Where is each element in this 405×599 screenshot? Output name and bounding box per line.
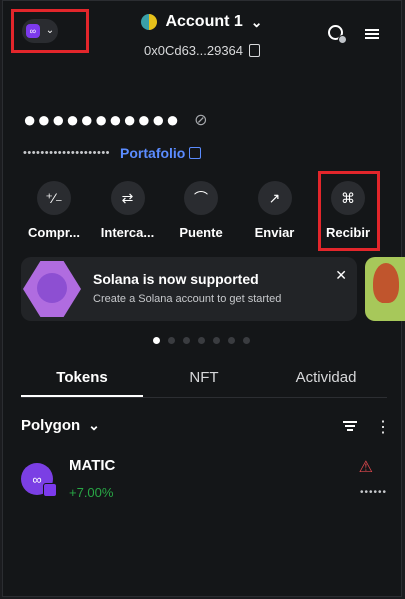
- action-label: Enviar: [254, 225, 295, 240]
- account-address-copy[interactable]: 0x0Cd63...29364: [143, 43, 261, 58]
- bridge-icon: ⌒: [184, 181, 218, 215]
- solana-coin-icon: [37, 273, 67, 303]
- chevron-down-icon: ⌄: [88, 417, 100, 433]
- tab-tokens[interactable]: Tokens: [21, 367, 143, 397]
- filter-icon[interactable]: [343, 421, 357, 431]
- send-button[interactable]: ↗ Enviar: [242, 181, 308, 240]
- token-change: +7.00%: [69, 485, 114, 500]
- solana-banner-illustration: [23, 261, 81, 317]
- close-icon[interactable]: ✕: [335, 267, 347, 284]
- wallet-window: ∞ ⌄ Account 1 ⌄ 0x0Cd63...29364 ●●●●●●●●…: [2, 0, 405, 597]
- portfolio-label: Portafolio: [120, 145, 186, 161]
- banner-subtitle: Create a Solana account to get started: [93, 293, 282, 305]
- next-banner-preview[interactable]: [365, 257, 405, 321]
- balance-row: ●●●●●●●●●●● ⊘: [23, 107, 208, 133]
- token-balance-masked: ••••••: [359, 487, 387, 498]
- carousel-dots: [153, 337, 250, 344]
- account-avatar: [141, 14, 158, 30]
- chevron-down-icon: ⌄: [250, 13, 263, 30]
- carousel-dot[interactable]: [243, 337, 250, 344]
- carousel-dot[interactable]: [183, 337, 190, 344]
- carousel-dot[interactable]: [153, 337, 160, 344]
- send-arrow-icon: ↗: [257, 181, 292, 215]
- portfolio-link[interactable]: Portafolio: [120, 145, 202, 161]
- receive-button-highlight: [318, 171, 380, 251]
- swap-button[interactable]: ⇄ Interca...: [95, 181, 161, 240]
- warning-icon[interactable]: ⚠: [359, 457, 373, 477]
- carousel-dot[interactable]: [198, 337, 205, 344]
- copy-icon: [249, 44, 261, 57]
- network-filter-dropdown[interactable]: Polygon ⌄: [21, 417, 100, 434]
- action-label: Puente: [179, 225, 223, 240]
- carousel-dot[interactable]: [168, 337, 175, 344]
- hamburger-menu-icon[interactable]: [365, 29, 379, 39]
- swap-icon: ⇄: [110, 181, 145, 215]
- balance-masked: ●●●●●●●●●●●: [23, 107, 181, 132]
- buy-sell-icon: ⁺⁄₋: [37, 181, 71, 215]
- banner-title: Solana is now supported: [93, 271, 259, 287]
- solana-banner[interactable]: Solana is now supported Create a Solana …: [21, 257, 357, 321]
- asset-tabs: Tokens NFT Actividad: [21, 367, 387, 398]
- network-filter-label: Polygon: [21, 417, 81, 434]
- external-link-icon: [189, 147, 202, 159]
- portfolio-masked: ••••••••••••••••••••: [23, 147, 111, 159]
- carousel-dot[interactable]: [228, 337, 235, 344]
- carousel-dot[interactable]: [213, 337, 220, 344]
- account-address: 0x0Cd63...29364: [143, 43, 244, 58]
- tab-nft[interactable]: NFT: [143, 367, 265, 397]
- token-symbol: MATIC: [69, 457, 116, 474]
- eye-slash-icon[interactable]: ⊘: [194, 110, 207, 130]
- more-vertical-icon[interactable]: ⋮: [375, 417, 391, 437]
- portfolio-row: •••••••••••••••••••• Portafolio: [23, 145, 202, 161]
- account-selector[interactable]: Account 1 ⌄: [141, 13, 263, 31]
- token-row[interactable]: ∞ MATIC +7.00% ⚠ ••••••: [21, 453, 387, 501]
- header: ∞ ⌄ Account 1 ⌄ 0x0Cd63...29364: [3, 1, 401, 81]
- globe-icon[interactable]: [328, 25, 347, 44]
- tab-activity[interactable]: Actividad: [265, 367, 387, 397]
- action-label: Interca...: [100, 225, 155, 240]
- bridge-button[interactable]: ⌒ Puente: [168, 181, 234, 240]
- buy-sell-button[interactable]: ⁺⁄₋ Compr...: [21, 181, 87, 240]
- account-name: Account 1: [165, 13, 243, 30]
- action-label: Compr...: [27, 225, 80, 240]
- polygon-network-badge: [43, 483, 57, 497]
